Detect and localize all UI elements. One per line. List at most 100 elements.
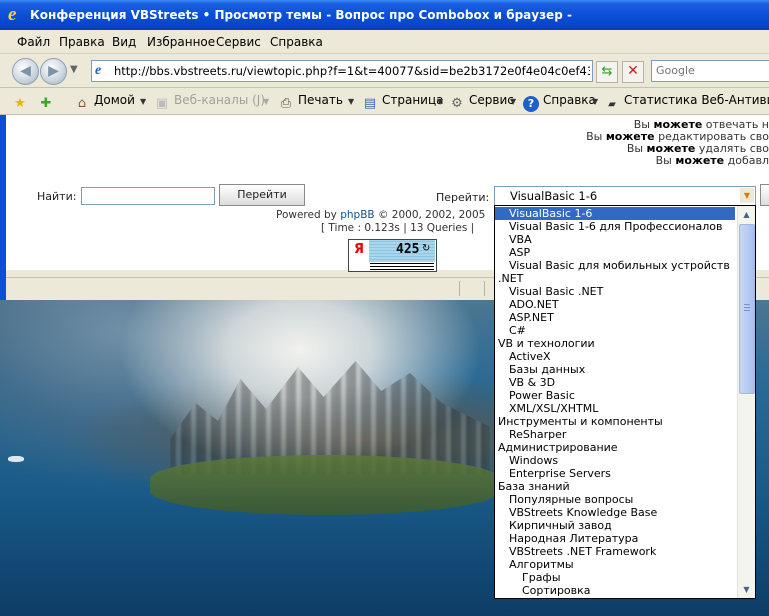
dropdown-option[interactable]: Enterprise Servers <box>495 467 735 480</box>
menu-bar: Файл Правка Вид Избранное Сервис Справка <box>0 30 769 54</box>
home-button[interactable]: ⌂ Домой <box>74 93 135 112</box>
scroll-down-icon[interactable]: ▼ <box>738 581 755 598</box>
refresh-icon[interactable]: ⇆ <box>596 61 618 83</box>
dropdown-option[interactable]: C# <box>495 324 735 337</box>
stop-icon[interactable]: ✕ <box>622 61 644 83</box>
dropdown-option[interactable]: .NET <box>495 272 735 285</box>
jump-label: Перейти: <box>436 191 490 204</box>
powered-by: Powered by phpBB © 2000, 2002, 2005 <box>276 209 486 221</box>
forum-jump-value: VisualBasic 1-6 <box>510 189 598 203</box>
menu-tools[interactable]: Сервис <box>216 35 261 49</box>
back-arrow-icon[interactable]: ◀ <box>12 58 39 85</box>
url-field[interactable]: e http://bbs.vbstreets.ru/viewtopic.php?… <box>91 60 593 82</box>
page-icon: e <box>95 63 102 78</box>
dropdown-option[interactable]: VBStreets .NET Framework <box>495 545 735 558</box>
scroll-up-icon[interactable]: ▲ <box>738 206 755 223</box>
yandex-counter[interactable]: Я 425 ↻ <box>348 239 437 272</box>
dropdown-option[interactable]: Кирпичный завод <box>495 519 735 532</box>
forum-search-input[interactable] <box>81 187 215 205</box>
dropdown-option[interactable]: Графы <box>495 571 735 584</box>
help-dropdown-icon[interactable]: ▼ <box>592 97 598 106</box>
ie-logo-icon: e <box>8 4 17 25</box>
dropdown-option[interactable]: Windows <box>495 454 735 467</box>
question-icon: ? <box>523 96 539 112</box>
search-input[interactable] <box>652 61 769 79</box>
dropdown-option[interactable]: ASP.NET <box>495 311 735 324</box>
dropdown-option[interactable]: VBStreets Knowledge Base <box>495 506 735 519</box>
page-dropdown-icon[interactable]: ▼ <box>437 97 443 106</box>
search-go-button[interactable]: Перейти <box>219 184 305 206</box>
dropdown-option[interactable]: База знаний <box>495 480 735 493</box>
dropdown-option[interactable]: Сортировка <box>495 584 735 597</box>
dropdown-option[interactable]: Power Basic <box>495 389 735 402</box>
search-box[interactable] <box>651 60 769 82</box>
page-button[interactable]: ▤ Страница <box>362 93 444 112</box>
forum-jump-dropdown[interactable]: VisualBasic 1-6 Visual Basic 1-6 для Проф… <box>494 205 756 599</box>
dropdown-option[interactable]: Visual Basic 1-6 для Профессионалов <box>495 220 735 233</box>
rss-icon: ▣ <box>155 96 169 111</box>
history-dropdown-icon[interactable]: ▼ <box>70 64 78 75</box>
dropdown-scrollbar[interactable]: ▲ ▼ <box>737 206 755 598</box>
search-label: Найти: <box>37 190 77 203</box>
star-icon[interactable]: ★ <box>12 93 32 112</box>
title-bar[interactable]: e Конференция VBStreets • Просмотр темы … <box>0 0 769 30</box>
wallpaper-boat <box>8 456 24 462</box>
page-icon: ▤ <box>363 96 377 111</box>
dropdown-option[interactable]: Visual Basic .NET <box>495 285 735 298</box>
scroll-thumb[interactable] <box>739 224 755 394</box>
dropdown-option[interactable]: ASP <box>495 246 735 259</box>
house-icon: ⌂ <box>77 96 87 111</box>
chevron-down-icon[interactable]: ▼ <box>740 188 754 203</box>
help-button[interactable]: ? Справка <box>523 93 596 112</box>
dropdown-option[interactable]: VB и технологии <box>495 337 735 350</box>
dropdown-option[interactable]: VB & 3D <box>495 376 735 389</box>
star-plus-icon[interactable]: ✚ <box>38 93 58 112</box>
address-bar: ◀ ▶ ▼ e http://bbs.vbstreets.ru/viewtopi… <box>0 54 769 88</box>
jump-go-button[interactable] <box>760 184 769 206</box>
dropdown-option[interactable]: Visual Basic для мобильных устройств <box>495 259 735 272</box>
window-title: Конференция VBStreets • Просмотр темы - … <box>30 8 572 22</box>
dropdown-option[interactable]: Инструменты и компоненты <box>495 415 735 428</box>
dropdown-option[interactable]: VisualBasic 1-6 <box>495 207 735 220</box>
dropdown-option[interactable]: XML/XSL/XHTML <box>495 402 735 415</box>
phpbb-link[interactable]: phpBB <box>340 209 374 221</box>
dropdown-option[interactable]: Популярные вопросы <box>495 493 735 506</box>
counter-bars <box>370 262 434 270</box>
home-dropdown-icon[interactable]: ▼ <box>140 97 146 106</box>
url-text[interactable]: http://bbs.vbstreets.ru/viewtopic.php?f=… <box>114 64 590 78</box>
antivirus-icon: ▰ <box>608 99 616 110</box>
antivirus-label: Статистика Веб-Антивируса <box>624 93 769 107</box>
forward-arrow-icon[interactable]: ▶ <box>40 58 67 85</box>
dropdown-option[interactable]: VBA <box>495 233 735 246</box>
dropdown-option[interactable]: ReSharper <box>495 428 735 441</box>
counter-refresh-icon: ↻ <box>422 243 431 254</box>
menu-edit[interactable]: Правка <box>59 35 105 49</box>
forum-jump-select[interactable]: VisualBasic 1-6 ▼ <box>494 186 756 206</box>
home-label: Домой <box>94 93 135 107</box>
menu-view[interactable]: Вид <box>112 35 136 49</box>
feeds-button[interactable]: ▣ Веб-каналы (J) <box>154 93 265 112</box>
wallpaper-island <box>150 455 500 515</box>
print-dropdown-icon[interactable]: ▼ <box>348 97 354 106</box>
tools-dropdown-icon[interactable]: ▼ <box>510 97 516 106</box>
permission-line: Вы можете добавл <box>655 154 769 167</box>
dropdown-option[interactable]: Алгоритмы <box>495 558 735 571</box>
tools-button[interactable]: ⚙ Сервис <box>449 93 514 112</box>
print-button[interactable]: ⎙ Печать <box>278 93 343 112</box>
tools-label: Сервис <box>469 93 514 107</box>
command-toolbar: ★ ✚ ⌂ Домой ▼ ▣ Веб-каналы (J) ▼ ⎙ Печать ▼… <box>0 88 769 115</box>
menu-file[interactable]: Файл <box>17 35 50 49</box>
dropdown-option[interactable]: ADO.NET <box>495 298 735 311</box>
dropdown-option[interactable]: Народная Литература <box>495 532 735 545</box>
feeds-dropdown-icon[interactable]: ▼ <box>263 97 269 106</box>
gear-icon: ⚙ <box>451 96 463 111</box>
page-stats: [ Time : 0.123s | 13 Queries | <box>321 222 475 234</box>
feeds-label: Веб-каналы (J) <box>174 93 266 107</box>
dropdown-option[interactable]: Базы данных <box>495 363 735 376</box>
dropdown-option[interactable]: Администрирование <box>495 441 735 454</box>
menu-favorites[interactable]: Избранное <box>147 35 215 49</box>
antivirus-stats-button[interactable]: ▰ Статистика Веб-Антивируса <box>604 93 769 113</box>
dropdown-option[interactable]: ActiveX <box>495 350 735 363</box>
menu-help[interactable]: Справка <box>270 35 323 49</box>
print-label: Печать <box>298 93 343 107</box>
